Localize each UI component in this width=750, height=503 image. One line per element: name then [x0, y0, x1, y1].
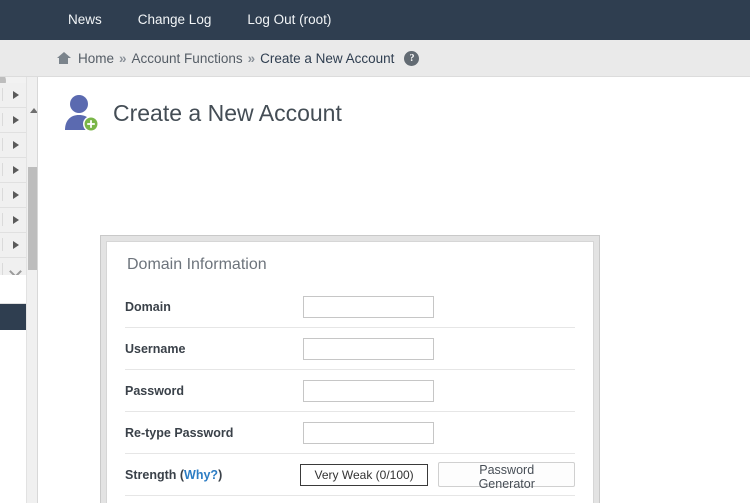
breadcrumb-separator-2: » — [247, 50, 256, 66]
strength-label-prefix: Strength ( — [125, 467, 185, 482]
home-icon — [56, 51, 71, 65]
label-retype-password: Re-type Password — [125, 425, 234, 440]
password-generator-button[interactable]: Password Generator — [438, 462, 575, 491]
triangle-right-icon — [13, 191, 19, 199]
sidebar-item-5[interactable] — [0, 183, 26, 208]
breadcrumb-account-functions[interactable]: Account Functions — [132, 51, 243, 66]
sidebar: n — [0, 77, 38, 503]
panel-legend: Domain Information — [127, 256, 267, 273]
triangle-right-icon — [13, 166, 19, 174]
sidebar-item-7[interactable] — [0, 233, 26, 258]
sidebar-tick — [2, 238, 3, 251]
form-row-strength: Strength (Why?) Very Weak (0/100) Passwo… — [125, 454, 575, 496]
sidebar-item-1[interactable] — [0, 83, 26, 108]
label-strength: Strength (Why?) — [125, 468, 300, 482]
triangle-up-icon[interactable] — [30, 108, 37, 113]
sidebar-item-2[interactable] — [0, 108, 26, 133]
breadcrumb: Home » Account Functions » Create a New … — [56, 40, 420, 76]
top-nav-links: News Change Log Log Out (root) — [50, 0, 349, 40]
domain-panel-inner: Domain Information Domain Username Passw… — [106, 241, 594, 503]
retype-password-input[interactable] — [303, 421, 434, 444]
page-title: Create a New Account — [113, 99, 342, 126]
nav-item-news[interactable]: News — [50, 0, 120, 40]
nav-item-change-log[interactable]: Change Log — [120, 0, 230, 40]
sidebar-lower-area — [0, 330, 26, 503]
breadcrumb-home[interactable]: Home — [78, 51, 114, 66]
triangle-right-icon — [13, 241, 19, 249]
password-strength-indicator: Very Weak (0/100) — [299, 463, 429, 486]
form-row-domain: Domain — [125, 286, 575, 328]
domain-input[interactable] — [303, 295, 434, 318]
form-row-retype-password: Re-type Password — [125, 412, 575, 454]
page-header: Create a New Account — [63, 92, 342, 134]
triangle-right-icon — [13, 141, 19, 149]
form-row-username: Username — [125, 328, 575, 370]
strength-label-suffix: ) — [218, 467, 223, 482]
user-add-icon — [63, 92, 101, 134]
label-username: Username — [125, 341, 186, 356]
sidebar-tick — [2, 163, 3, 176]
domain-information-panel: Domain Information Domain Username Passw… — [100, 235, 600, 503]
form-row-password: Password — [125, 370, 575, 412]
nav-item-log-out[interactable]: Log Out (root) — [229, 0, 349, 40]
sidebar-item-3[interactable] — [0, 133, 26, 158]
label-domain: Domain — [125, 299, 171, 314]
scrollbar-thumb[interactable] — [28, 167, 37, 270]
why-link[interactable]: Why? — [184, 468, 218, 482]
breadcrumb-current: Create a New Account — [260, 50, 395, 66]
username-input[interactable] — [303, 337, 434, 360]
sidebar-tick — [2, 113, 3, 126]
password-input[interactable] — [303, 379, 434, 402]
triangle-right-icon — [13, 116, 19, 124]
breadcrumb-separator-1: » — [119, 50, 127, 66]
top-navigation-bar: News Change Log Log Out (root) — [0, 0, 750, 40]
sidebar-tick — [2, 88, 3, 101]
sidebar-tick — [2, 188, 3, 201]
sidebar-gap — [0, 275, 26, 304]
sidebar-item-6[interactable] — [0, 208, 26, 233]
triangle-right-icon — [13, 91, 19, 99]
help-icon[interactable]: ? — [404, 50, 420, 66]
form-row-email: Email — [125, 496, 575, 503]
sidebar-menu — [0, 83, 26, 283]
sidebar-tick — [2, 138, 3, 151]
triangle-right-icon — [13, 216, 19, 224]
sidebar-scrollbar[interactable] — [26, 77, 37, 503]
label-password: Password — [125, 383, 185, 398]
sidebar-tick — [2, 213, 3, 226]
breadcrumb-bar: Home » Account Functions » Create a New … — [0, 40, 750, 77]
sidebar-item-active[interactable] — [0, 304, 26, 330]
sidebar-item-4[interactable] — [0, 158, 26, 183]
main-content: Create a New Account Domain Information … — [38, 77, 750, 503]
